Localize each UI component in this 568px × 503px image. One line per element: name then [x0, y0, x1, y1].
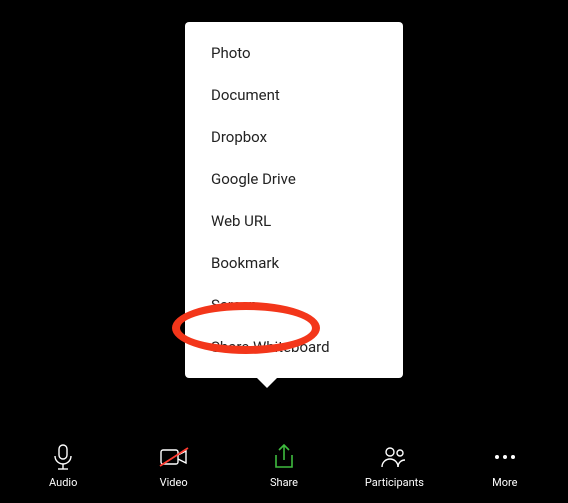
share-popover: Photo Document Dropbox Google Drive Web …	[185, 22, 403, 378]
share-icon	[269, 444, 299, 470]
share-label: Share	[270, 476, 298, 489]
share-menu-item-document[interactable]: Document	[185, 74, 403, 116]
meeting-toolbar: Audio Video Share	[0, 444, 568, 489]
share-menu-item-google-drive[interactable]: Google Drive	[185, 158, 403, 200]
participants-button[interactable]: Participants	[339, 444, 449, 489]
share-menu-item-bookmark[interactable]: Bookmark	[185, 242, 403, 284]
video-button[interactable]: Video	[118, 444, 228, 489]
share-menu-item-web-url[interactable]: Web URL	[185, 200, 403, 242]
microphone-icon	[48, 444, 78, 470]
more-icon	[490, 444, 520, 470]
share-button[interactable]: Share	[229, 444, 339, 489]
video-off-icon	[159, 444, 189, 470]
audio-label: Audio	[49, 476, 77, 489]
more-button[interactable]: More	[450, 444, 560, 489]
share-menu-item-dropbox[interactable]: Dropbox	[185, 116, 403, 158]
share-menu-item-photo[interactable]: Photo	[185, 32, 403, 74]
video-label: Video	[160, 476, 188, 489]
audio-button[interactable]: Audio	[8, 444, 118, 489]
share-menu-item-whiteboard[interactable]: Share Whiteboard	[185, 326, 403, 368]
more-label: More	[492, 476, 517, 489]
participants-label: Participants	[365, 476, 424, 489]
participants-icon	[379, 444, 409, 470]
share-menu-item-screen[interactable]: Screen	[185, 284, 403, 326]
